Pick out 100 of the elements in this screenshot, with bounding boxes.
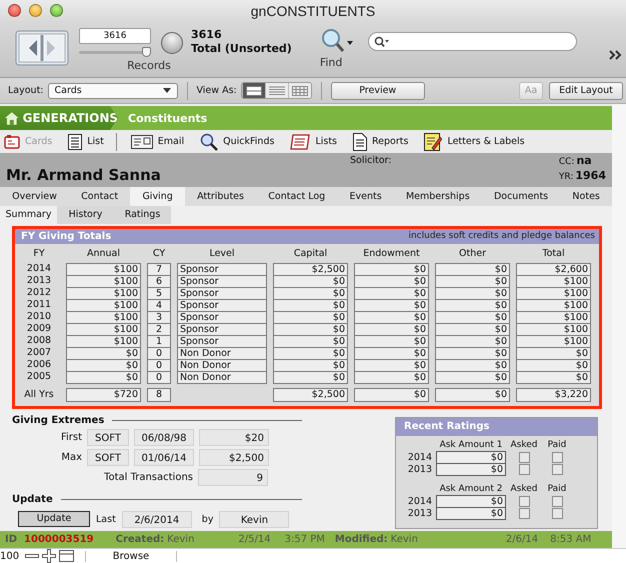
zoom-button[interactable] [50, 4, 63, 17]
updated-by-field: Kevin [219, 510, 290, 528]
column-header: Total [541, 246, 566, 260]
column-header: Paid [546, 484, 568, 494]
last-updated-field: 2/6/2014 [122, 510, 192, 528]
table-cell: $0 [435, 346, 510, 360]
table-cell: $0 [435, 322, 510, 336]
table-cell: $0 [435, 298, 510, 312]
pie-button[interactable] [161, 32, 183, 54]
table-cell: 6 [147, 274, 171, 288]
total-cell: 8 [147, 388, 171, 402]
table-cell: $0 [435, 310, 510, 324]
find-icon[interactable] [320, 28, 354, 54]
table-cell: $0 [354, 322, 429, 336]
rating-year: 2013 [406, 508, 433, 519]
view-table-button[interactable] [288, 83, 311, 98]
table-cell: $0 [354, 310, 429, 324]
zoom-level[interactable]: 100 [0, 550, 22, 562]
table-cell: Sponsor [177, 274, 267, 288]
logo-tab[interactable]: GENERATIONS [0, 106, 118, 130]
quickfinds-nav-button[interactable]: QuickFinds [200, 132, 274, 151]
table-cell: $0 [273, 322, 348, 336]
table-cell: $0 [516, 346, 591, 360]
record-id: 1000003519 [24, 534, 94, 545]
layout-dropdown[interactable]: Cards [48, 82, 178, 98]
search-field[interactable] [368, 32, 577, 51]
tab[interactable]: Documents [482, 186, 560, 206]
table-cell: $100 [516, 334, 591, 348]
house-icon [5, 112, 19, 124]
tab[interactable]: Events [337, 186, 394, 206]
asked-checkbox[interactable] [518, 496, 530, 507]
total-cell: $720 [66, 388, 141, 402]
gift-amount-field: $20 [199, 428, 269, 446]
modified-time: 8:53 AM [550, 534, 592, 545]
email-icon [130, 134, 153, 149]
table-cell: $0 [354, 346, 429, 360]
asked-checkbox[interactable] [518, 464, 530, 475]
rating-year: 2014 [406, 496, 433, 507]
letters-nav-button[interactable]: Letters & Labels [424, 132, 525, 151]
tab[interactable]: Contact Log [256, 186, 338, 206]
table-cell: $0 [273, 298, 348, 312]
mode-popup[interactable]: Browse [85, 550, 177, 562]
toggle-toolbar-icon[interactable] [59, 550, 74, 562]
column-header: Asked [510, 440, 538, 450]
table-cell: $2,500 [273, 262, 348, 276]
reports-nav-button[interactable]: Reports [353, 132, 408, 151]
overflow-chevron-icon[interactable] [608, 50, 623, 60]
paid-checkbox[interactable] [552, 508, 562, 519]
column-header: Capital [292, 246, 328, 260]
table-cell: 0 [147, 370, 171, 384]
table-cell: $0 [273, 370, 348, 384]
tab[interactable]: Notes [560, 186, 612, 206]
solicitor-label: Solicitor: [350, 155, 392, 166]
view-list-button[interactable] [264, 83, 288, 98]
tab[interactable]: Attributes [184, 186, 256, 206]
table-cell: $0 [273, 358, 348, 372]
table-cell: $100 [516, 274, 591, 288]
table-cell: 5 [147, 286, 171, 300]
table-cell: $0 [354, 358, 429, 372]
rating-year: 2013 [406, 464, 433, 475]
asked-checkbox[interactable] [518, 508, 530, 519]
paid-checkbox[interactable] [552, 496, 562, 507]
tab[interactable]: Giving [130, 186, 185, 206]
gift-type-field: SOFT [87, 428, 129, 446]
list-nav-button[interactable]: List [68, 134, 104, 150]
preview-button[interactable]: Preview [330, 82, 425, 100]
paid-checkbox[interactable] [552, 464, 562, 475]
fiscal-year: 2010 [26, 310, 52, 322]
created-label: Created: [116, 534, 164, 545]
update-button[interactable]: Update [18, 511, 90, 527]
subtab[interactable]: History [57, 206, 114, 224]
table-cell: $0 [273, 334, 348, 348]
tab[interactable]: Contact [69, 186, 130, 206]
record-navigation-icon[interactable] [15, 30, 69, 66]
asked-checkbox[interactable] [518, 452, 530, 463]
total-cell: $0 [354, 388, 429, 402]
subtab[interactable]: Ratings [114, 206, 171, 224]
tab[interactable]: Memberships [394, 186, 482, 206]
record-number-field[interactable]: 3616 [79, 28, 151, 44]
table-cell: $0 [354, 298, 429, 312]
table-cell: 2 [147, 322, 171, 336]
section-heading: Giving Extremes [12, 414, 104, 426]
search-icon [200, 132, 218, 151]
search-icon [374, 36, 390, 48]
tab[interactable]: Overview [0, 186, 70, 206]
note-pencil-icon [424, 132, 442, 151]
lists-nav-button[interactable]: Lists [290, 134, 337, 150]
view-form-button[interactable] [242, 83, 265, 98]
email-nav-button[interactable]: Email [130, 134, 184, 149]
ask-amount-field: $0 [436, 495, 506, 508]
zoom-in-icon[interactable] [42, 549, 56, 563]
column-header: Annual [86, 246, 122, 260]
edit-layout-button[interactable]: Edit Layout [549, 82, 623, 100]
section-title: Constituents [128, 112, 208, 124]
minimize-button[interactable] [29, 4, 42, 17]
table-cell: Sponsor [177, 322, 267, 336]
table-cell: Sponsor [177, 334, 267, 348]
close-button[interactable] [8, 4, 21, 17]
records-label: Records [126, 59, 172, 72]
paid-checkbox[interactable] [552, 452, 562, 463]
